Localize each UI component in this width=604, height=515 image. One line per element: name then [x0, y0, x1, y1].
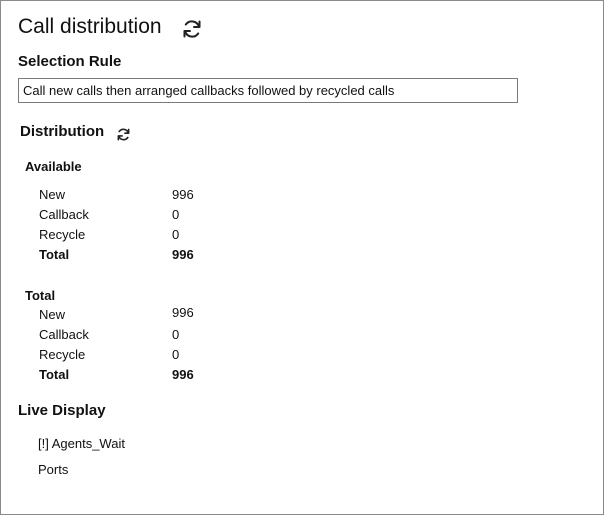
available-recycle-value: 0 [172, 227, 180, 242]
available-total-value: 996 [172, 247, 194, 262]
total-recycle-value: 0 [172, 347, 180, 362]
total-callback-value: 0 [172, 327, 180, 342]
distribution-refresh-icon[interactable] [116, 127, 131, 142]
call-distribution-panel: Call distribution Selection Rule Distrib… [0, 0, 604, 515]
selection-rule-field[interactable] [18, 78, 518, 103]
total-total-label: Total [39, 367, 70, 382]
live-item-ports[interactable]: Ports [38, 462, 68, 477]
refresh-icon[interactable] [181, 18, 203, 40]
available-heading: Available [25, 159, 82, 174]
total-total-value: 996 [172, 367, 194, 382]
page-title: Call distribution [18, 15, 162, 38]
available-total-label: Total [39, 247, 70, 262]
available-new-label: New [39, 187, 66, 202]
total-new-label: New [39, 307, 66, 322]
available-recycle-label: Recycle [39, 227, 86, 242]
available-callback-value: 0 [172, 207, 180, 222]
live-display-heading: Live Display [18, 402, 106, 419]
total-recycle-label: Recycle [39, 347, 86, 362]
selection-rule-heading: Selection Rule [18, 53, 122, 70]
available-new-value: 996 [172, 187, 194, 202]
available-callback-label: Callback [39, 207, 89, 222]
total-callback-label: Callback [39, 327, 89, 342]
distribution-heading: Distribution [20, 123, 105, 140]
total-new-value: 996 [172, 305, 194, 320]
total-heading: Total [25, 288, 56, 303]
live-item-agents-wait[interactable]: [!] Agents_Wait [38, 436, 125, 451]
